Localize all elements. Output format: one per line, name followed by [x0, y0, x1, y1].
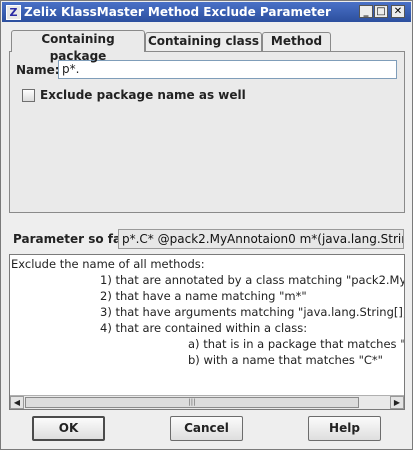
parameter-so-far-field: p*.C* @pack2.MyAnnotaion0 m*(java.lang.S… — [118, 229, 404, 249]
cancel-button[interactable]: Cancel — [170, 416, 243, 441]
exclude-package-label[interactable]: Exclude package name as well — [40, 88, 246, 102]
description-line: a) that is in a package that matches "p*… — [188, 337, 405, 351]
scroll-right-icon[interactable]: ▶ — [390, 396, 404, 409]
tab-containing-package[interactable]: Containing package — [11, 30, 145, 63]
tab-panel: Name: p*. Exclude package name as well — [9, 51, 405, 213]
scroll-thumb[interactable]: ||| — [25, 397, 359, 408]
close-icon[interactable]: ✕ — [391, 5, 405, 18]
description-line: 1) that are annotated by a class matchin… — [100, 273, 405, 287]
description-line: 4) that are contained within a class: — [100, 321, 308, 335]
name-label: Name: — [16, 63, 60, 77]
app-logo-icon: Z — [6, 5, 21, 20]
horizontal-scrollbar[interactable]: ◀ ||| ▶ — [10, 395, 404, 409]
tab-method[interactable]: Method — [262, 32, 331, 51]
scroll-left-icon[interactable]: ◀ — [10, 396, 24, 409]
dialog-window: Z Zelix KlassMaster Method Exclude Param… — [0, 0, 413, 450]
window-title: Zelix KlassMaster Method Exclude Paramet… — [24, 5, 331, 19]
description-line: 2) that have a name matching "m*" — [100, 289, 307, 303]
description-text-area[interactable]: Exclude the name of all methods: 1) that… — [9, 254, 405, 410]
parameter-label: Parameter so far: — [13, 232, 132, 246]
exclude-package-checkbox[interactable] — [22, 89, 35, 102]
description-line: Exclude the name of all methods: — [11, 257, 205, 271]
name-field[interactable]: p*. — [58, 60, 397, 79]
tab-containing-class[interactable]: Containing class — [145, 32, 262, 51]
help-button[interactable]: Help — [308, 416, 381, 441]
maximize-icon[interactable]: □ — [374, 5, 388, 18]
ok-button[interactable]: OK — [32, 416, 105, 441]
description-line: b) with a name that matches "C*" — [188, 353, 383, 367]
title-bar[interactable]: Z Zelix KlassMaster Method Exclude Param… — [2, 2, 411, 22]
minimize-icon[interactable]: _ — [359, 5, 373, 18]
description-line: 3) that have arguments matching "java.la… — [100, 305, 405, 319]
